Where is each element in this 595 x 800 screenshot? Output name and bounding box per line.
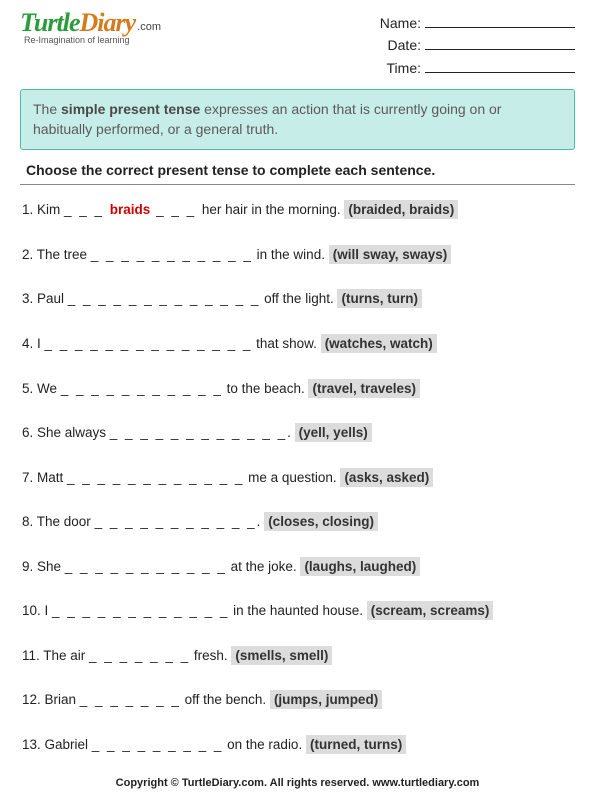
logo-diary: Diary <box>79 8 135 38</box>
logo-tagline: Re-Imagination of learning <box>24 35 161 45</box>
info-pre: The <box>33 101 61 117</box>
question-item: 6. She always _ _ _ _ _ _ _ _ _ _ _ _. (… <box>22 424 573 442</box>
field-date-label: Date: <box>371 34 421 56</box>
logo-top: Turtle Diary .com <box>20 8 161 38</box>
logo: Turtle Diary .com Re-Imagination of lear… <box>20 8 161 45</box>
header: Turtle Diary .com Re-Imagination of lear… <box>20 8 575 79</box>
student-fields: Name: Date: Time: <box>371 8 575 79</box>
question-item: 11. The air _ _ _ _ _ _ _ fresh. (smells… <box>22 647 573 665</box>
field-name-line <box>425 27 575 28</box>
question-list: 1. Kim _ _ _ braids _ _ _ her hair in th… <box>20 201 575 753</box>
question-item: 9. She _ _ _ _ _ _ _ _ _ _ _ at the joke… <box>22 558 573 576</box>
separator <box>20 184 575 185</box>
question-item: 10. I _ _ _ _ _ _ _ _ _ _ _ _ in the hau… <box>22 602 573 620</box>
question-item: 2. The tree _ _ _ _ _ _ _ _ _ _ _ in the… <box>22 246 573 264</box>
logo-turtle: Turtle <box>20 8 79 38</box>
question-item: 4. I _ _ _ _ _ _ _ _ _ _ _ _ _ _ that sh… <box>22 335 573 353</box>
info-bold: simple present tense <box>61 101 200 117</box>
info-box: The simple present tense expresses an ac… <box>20 89 575 150</box>
field-time-line <box>425 72 575 73</box>
instruction: Choose the correct present tense to comp… <box>26 162 575 178</box>
field-name-label: Name: <box>371 12 421 34</box>
question-item: 13. Gabriel _ _ _ _ _ _ _ _ _ on the rad… <box>22 736 573 754</box>
question-item: 12. Brian _ _ _ _ _ _ _ off the bench. (… <box>22 691 573 709</box>
question-item: 1. Kim _ _ _ braids _ _ _ her hair in th… <box>22 201 573 219</box>
question-item: 5. We _ _ _ _ _ _ _ _ _ _ _ to the beach… <box>22 380 573 398</box>
question-item: 3. Paul _ _ _ _ _ _ _ _ _ _ _ _ _ off th… <box>22 290 573 308</box>
field-time-label: Time: <box>371 57 421 79</box>
footer: Copyright © TurtleDiary.com. All rights … <box>0 777 595 789</box>
field-date-line <box>425 49 575 50</box>
question-item: 8. The door _ _ _ _ _ _ _ _ _ _ _. (clos… <box>22 513 573 531</box>
question-item: 7. Matt _ _ _ _ _ _ _ _ _ _ _ _ me a que… <box>22 469 573 487</box>
